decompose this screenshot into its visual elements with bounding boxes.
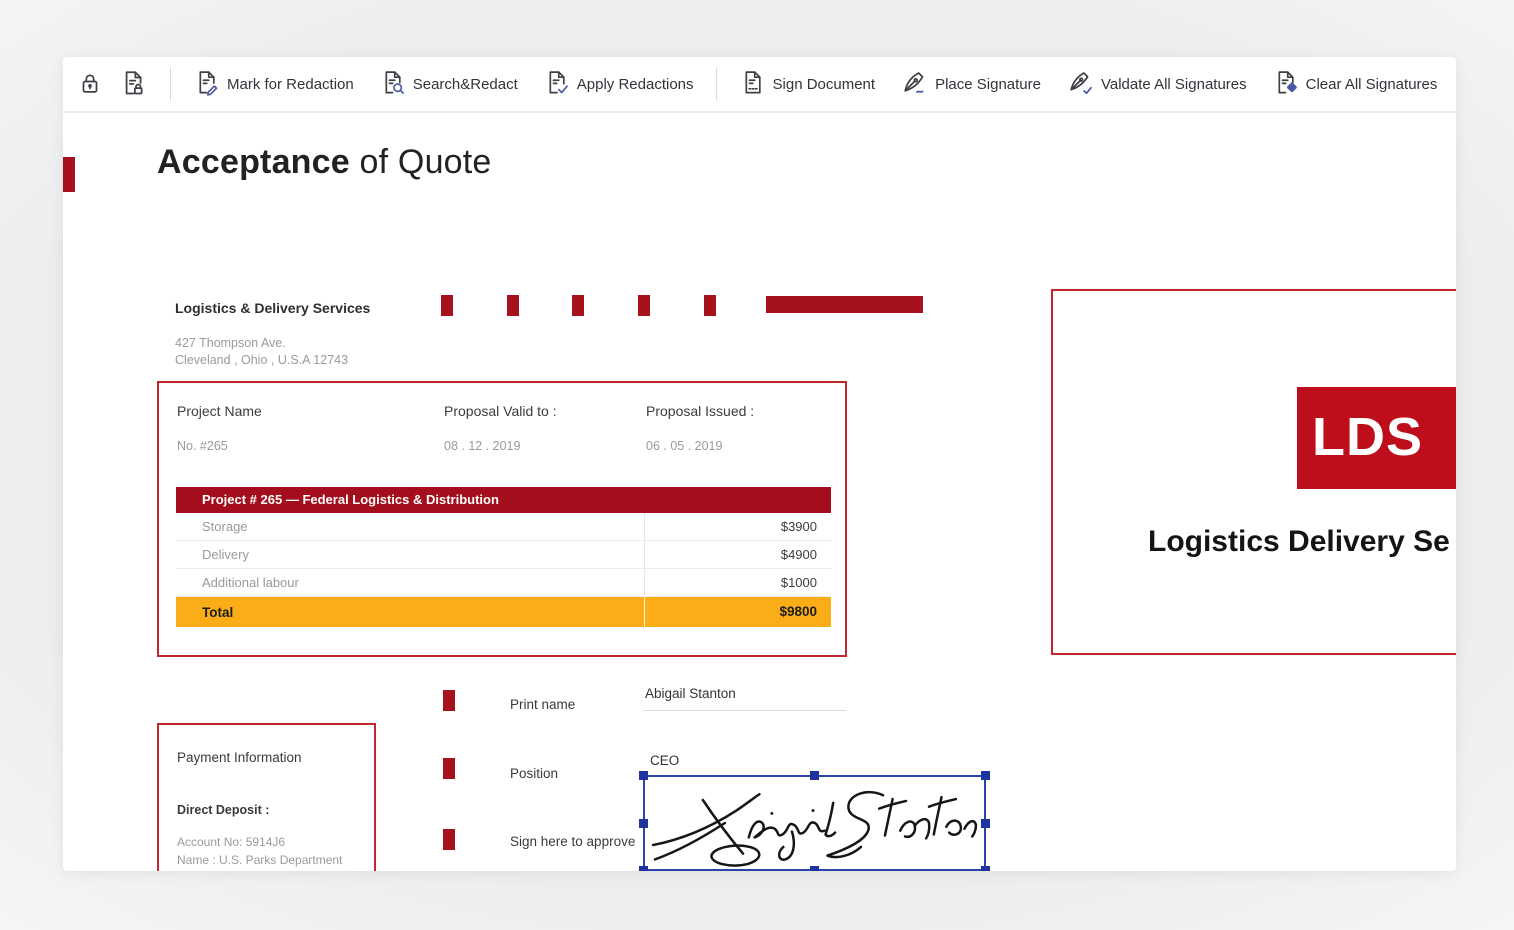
item-amount: $3900 [644,513,831,540]
document-search-icon [379,69,406,100]
document-lock-icon [119,69,147,100]
table-row: Delivery $4900 [176,541,831,569]
document-sign-icon [739,69,766,100]
field-label-project-name: Project Name [177,403,262,419]
item-name: Storage [202,519,248,534]
resize-handle-se[interactable] [981,866,990,871]
mark-for-redaction-button[interactable]: Mark for Redaction [193,69,354,100]
title-accent-mark [63,157,75,192]
redaction-mark [443,690,455,711]
print-name-underline [643,710,846,711]
search-redact-button[interactable]: Search&Redact [379,69,518,100]
table-row: Storage $3900 [176,513,831,541]
item-name: Delivery [202,547,249,562]
resize-handle-s[interactable] [810,866,819,871]
document-pencil-icon [193,69,220,100]
items-table-header: Project # 265 — Federal Logistics & Dist… [176,487,831,513]
redaction-mark [507,295,519,316]
total-amount: $9800 [644,597,831,627]
item-amount: $4900 [644,541,831,568]
place-signature-button[interactable]: Place Signature [900,68,1041,100]
payment-method-label: Direct Deposit : [177,803,270,817]
payment-account-name: Name : U.S. Parks Department [177,853,343,867]
sign-document-button[interactable]: Sign Document [739,69,876,100]
resize-handle-n[interactable] [810,771,819,780]
item-amount: $1000 [644,569,831,596]
apply-redactions-button[interactable]: Apply Redactions [543,69,694,100]
field-value-project-name: No. #265 [177,439,228,453]
payment-account: Account No: 5914J6 [177,835,286,849]
redaction-mark [441,295,453,316]
page-title-bold: Acceptance [157,143,350,181]
total-label: Total [202,604,234,620]
clear-all-signatures-label: Clear All Signatures [1305,75,1438,93]
lock-button[interactable] [75,66,105,102]
brand-name: Logistics Delivery Se [1148,525,1450,558]
search-redact-label: Search&Redact [412,75,518,93]
field-value-proposal-issued: 06 . 05 . 2019 [646,439,723,453]
app-window: Mark for Redaction Search&Redact Apply R… [63,57,1456,871]
sign-here-label: Sign here to approve [510,834,636,849]
document-eraser-icon [1272,69,1299,100]
payment-info-title: Payment Information [177,750,302,765]
table-row: Additional labour $1000 [176,569,831,597]
toolbar-separator [170,67,171,101]
toolbar: Mark for Redaction Search&Redact Apply R… [63,57,1456,113]
redaction-mark [443,758,455,779]
lock-icon [77,70,103,99]
resize-handle-ne[interactable] [981,771,990,780]
total-row: Total $9800 [176,597,831,627]
resize-handle-e[interactable] [981,819,990,828]
handwritten-signature [651,790,978,867]
items-table: Project # 265 — Federal Logistics & Dist… [176,487,831,627]
page-title: Acceptance of Quote [157,143,492,182]
toolbar-separator [715,67,717,101]
print-name-value: Abigail Stanton [645,686,736,701]
validate-all-signatures-label: Valdate All Signatures [1100,75,1247,93]
print-name-label: Print name [510,697,576,712]
brand-logo: LDS [1297,387,1456,489]
company-address-line1: 427 Thompson Ave. [175,336,286,350]
document-lock-button[interactable] [118,66,148,102]
mark-for-redaction-label: Mark for Redaction [227,75,354,93]
field-label-proposal-valid: Proposal Valid to : [444,403,557,419]
validate-all-signatures-button[interactable]: Valdate All Signatures [1066,68,1247,100]
company-name: Logistics & Delivery Services [175,300,371,316]
quote-box: Project Name No. #265 Proposal Valid to … [157,381,847,657]
pen-nib-icon [900,68,928,100]
resize-handle-sw[interactable] [639,866,648,871]
redaction-bar [766,296,923,313]
payment-info-box: Payment Information Direct Deposit : Acc… [157,723,376,871]
position-label: Position [510,766,559,781]
field-label-proposal-issued: Proposal Issued : [646,403,755,419]
company-address-line2: Cleveland , Ohio , U.S.A 12743 [175,353,349,367]
pen-check-icon [1066,68,1094,100]
redaction-mark [443,829,455,850]
resize-handle-w[interactable] [639,819,648,828]
signature-selection-box[interactable] [639,771,990,871]
resize-handle-nw[interactable] [639,771,648,780]
position-value: CEO [650,753,680,768]
sign-document-label: Sign Document [772,75,876,93]
page-title-rest: of Quote [349,143,492,181]
document-check-icon [543,69,570,100]
redaction-mark [704,295,716,316]
apply-redactions-label: Apply Redactions [576,75,694,93]
clear-all-signatures-button[interactable]: Clear All Signatures [1272,69,1438,100]
item-name: Additional labour [202,575,299,590]
field-value-proposal-valid: 08 . 12 . 2019 [444,439,521,453]
place-signature-label: Place Signature [935,75,1041,93]
redaction-mark [572,295,584,316]
redaction-mark [638,295,650,316]
